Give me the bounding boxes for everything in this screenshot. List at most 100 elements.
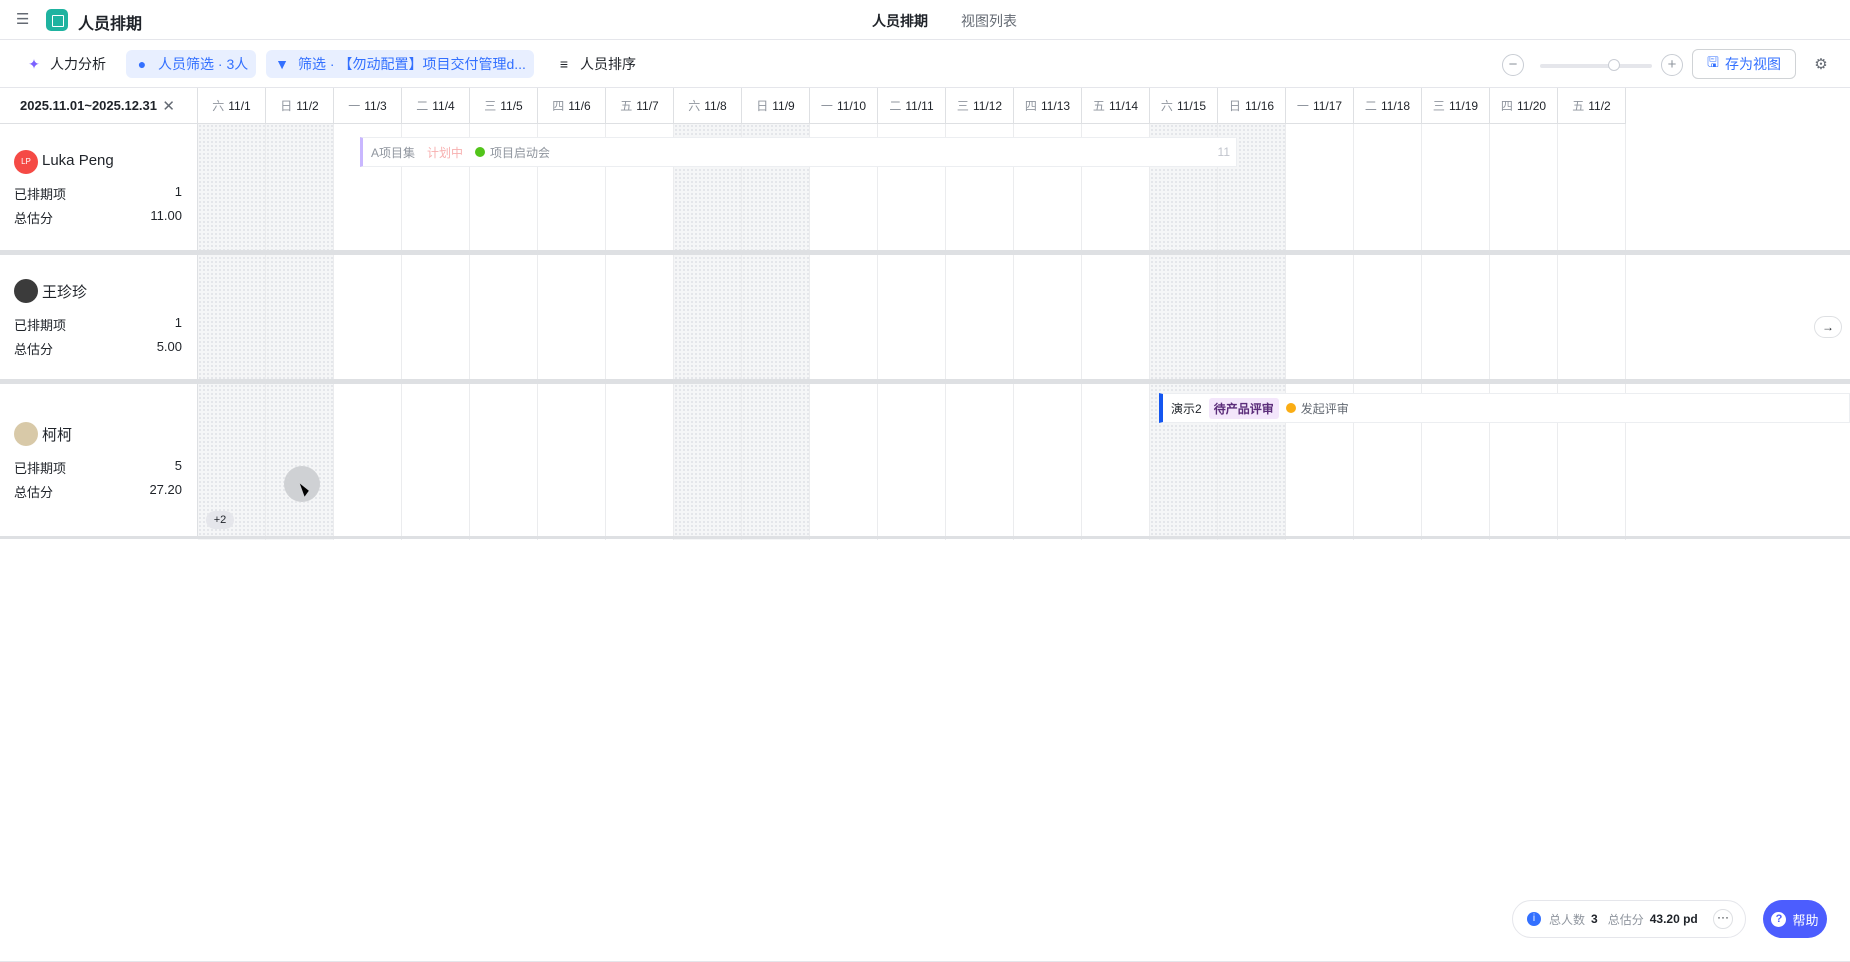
day-header: 日 11/16 xyxy=(1218,88,1286,124)
person-filter-button[interactable]: ● 人员筛选 · 3人 xyxy=(126,50,257,78)
weekday-label: 三 xyxy=(1432,99,1445,113)
day-header: 六 11/1 xyxy=(198,88,266,124)
day-header: 三 11/5 xyxy=(470,88,538,124)
date-label: 11/20 xyxy=(1516,98,1547,113)
sparkle-icon: ✦ xyxy=(28,56,40,72)
day-column[interactable] xyxy=(1558,124,1626,540)
day-column[interactable] xyxy=(946,124,1014,540)
weekday-label: 六 xyxy=(1160,99,1173,113)
day-column[interactable] xyxy=(674,124,742,540)
task-bar[interactable]: 演示2 待产品评审 发起评审 xyxy=(1159,393,1850,423)
person-name[interactable]: 王珍珍 xyxy=(42,281,87,302)
task-bar[interactable]: A项目集 计划中 项目启动会 11 xyxy=(360,137,1237,167)
sort-button[interactable]: ≡ 人员排序 xyxy=(548,50,644,78)
weekday-label: 五 xyxy=(620,99,633,113)
settings-icon[interactable]: ⚙ xyxy=(1812,55,1830,73)
weekday-label: 四 xyxy=(552,99,565,113)
app-logo-icon xyxy=(46,9,68,31)
date-label: 11/11 xyxy=(905,98,934,113)
person-row-luka: LP Luka Peng 已排期项 1 总估分 11.00 xyxy=(0,124,198,250)
zoom-slider[interactable] xyxy=(1540,64,1652,68)
date-label: 11/4 xyxy=(432,98,455,113)
row-divider xyxy=(0,250,1850,255)
day-header: 日 11/9 xyxy=(742,88,810,124)
person-name[interactable]: 柯柯 xyxy=(42,424,72,445)
date-label: 11/12 xyxy=(972,98,1003,113)
day-header: 四 11/6 xyxy=(538,88,606,124)
weekday-label: 五 xyxy=(1572,99,1585,113)
filter-button[interactable]: ▼ 筛选 · 【勿动配置】项目交付管理d... xyxy=(266,50,534,78)
day-column[interactable] xyxy=(402,124,470,540)
date-label: 11/1 xyxy=(228,98,251,113)
people-count-label: 总人数 xyxy=(1549,912,1586,927)
day-header: 二 11/18 xyxy=(1354,88,1422,124)
day-header: 日 11/2 xyxy=(266,88,334,124)
day-header: 六 11/8 xyxy=(674,88,742,124)
day-column[interactable] xyxy=(1218,124,1286,540)
summary-panel: i 总人数 3 总估分 43.20 pd ··· xyxy=(1512,900,1746,938)
weekday-label: 五 xyxy=(1092,99,1105,113)
day-column[interactable] xyxy=(606,124,674,540)
day-column[interactable] xyxy=(878,124,946,540)
day-header: 五 11/7 xyxy=(606,88,674,124)
date-label: 11/15 xyxy=(1176,98,1207,113)
scroll-right-arrow-icon[interactable]: → xyxy=(1814,316,1842,338)
date-label: 11/8 xyxy=(704,98,727,113)
day-header: 五 11/14 xyxy=(1082,88,1150,124)
people-count: 3 xyxy=(1591,912,1598,926)
weekday-label: 四 xyxy=(1024,99,1037,113)
day-column[interactable] xyxy=(198,124,266,540)
date-label: 11/7 xyxy=(636,98,659,113)
tab-view-list[interactable]: 视图列表 xyxy=(961,11,1017,31)
zoom-out-button[interactable]: − xyxy=(1502,54,1524,76)
day-header: 六 11/15 xyxy=(1150,88,1218,124)
day-column[interactable] xyxy=(810,124,878,540)
weekday-label: 一 xyxy=(348,99,361,113)
task-project: 演示2 xyxy=(1171,401,1202,416)
clear-range-icon[interactable]: ✕ xyxy=(162,97,175,115)
date-label: 11/3 xyxy=(364,98,387,113)
more-tasks-badge[interactable]: +2 xyxy=(206,511,234,529)
day-column[interactable] xyxy=(334,124,402,540)
day-header: 四 11/13 xyxy=(1014,88,1082,124)
date-label: 11/10 xyxy=(836,98,867,113)
scheduled-count: 已排期项 1 xyxy=(14,184,182,202)
weekday-label: 二 xyxy=(889,99,902,113)
person-filter-label: 人员筛选 · 3人 xyxy=(158,56,249,72)
estimate-total-value: 43.20 pd xyxy=(1649,912,1698,926)
filter-label: 筛选 · 【勿动配置】项目交付管理d... xyxy=(298,56,526,72)
scheduled-count: 已排期项 1 xyxy=(14,315,182,333)
zoom-in-button[interactable]: + xyxy=(1661,54,1683,76)
day-column[interactable] xyxy=(1422,124,1490,540)
avatar xyxy=(14,422,38,446)
day-column[interactable] xyxy=(1014,124,1082,540)
day-column[interactable] xyxy=(1286,124,1354,540)
zoom-slider-handle[interactable] xyxy=(1608,59,1620,71)
weekday-label: 四 xyxy=(1500,99,1513,113)
row-divider xyxy=(0,379,1850,384)
analysis-button[interactable]: ✦ 人力分析 xyxy=(18,50,114,78)
help-button[interactable]: ? 帮助 xyxy=(1763,900,1827,938)
tab-schedule[interactable]: 人员排期 xyxy=(872,11,928,31)
day-header: 三 11/19 xyxy=(1422,88,1490,124)
day-header: 一 11/3 xyxy=(334,88,402,124)
person-name[interactable]: Luka Peng xyxy=(42,152,114,169)
person-row-wang: 王珍珍 已排期项 1 总估分 5.00 xyxy=(0,255,198,379)
day-header: 二 11/11 xyxy=(878,88,946,124)
estimate-total-label: 总估分 xyxy=(1607,912,1644,927)
day-column[interactable] xyxy=(742,124,810,540)
save-view-button[interactable]: 🖫 存为视图 xyxy=(1692,49,1796,79)
info-icon: i xyxy=(1527,912,1541,926)
day-column[interactable] xyxy=(1490,124,1558,540)
day-column[interactable] xyxy=(1354,124,1422,540)
day-column[interactable] xyxy=(470,124,538,540)
more-options-icon[interactable]: ··· xyxy=(1713,909,1733,929)
day-column[interactable] xyxy=(1082,124,1150,540)
day-column[interactable] xyxy=(1150,124,1218,540)
avatar: LP xyxy=(14,150,38,174)
menu-toggle-icon[interactable]: ☰ xyxy=(16,10,36,30)
help-label: 帮助 xyxy=(1792,912,1819,928)
save-icon: 🖫 xyxy=(1707,54,1719,70)
day-column[interactable] xyxy=(538,124,606,540)
weekday-label: 日 xyxy=(280,99,293,113)
